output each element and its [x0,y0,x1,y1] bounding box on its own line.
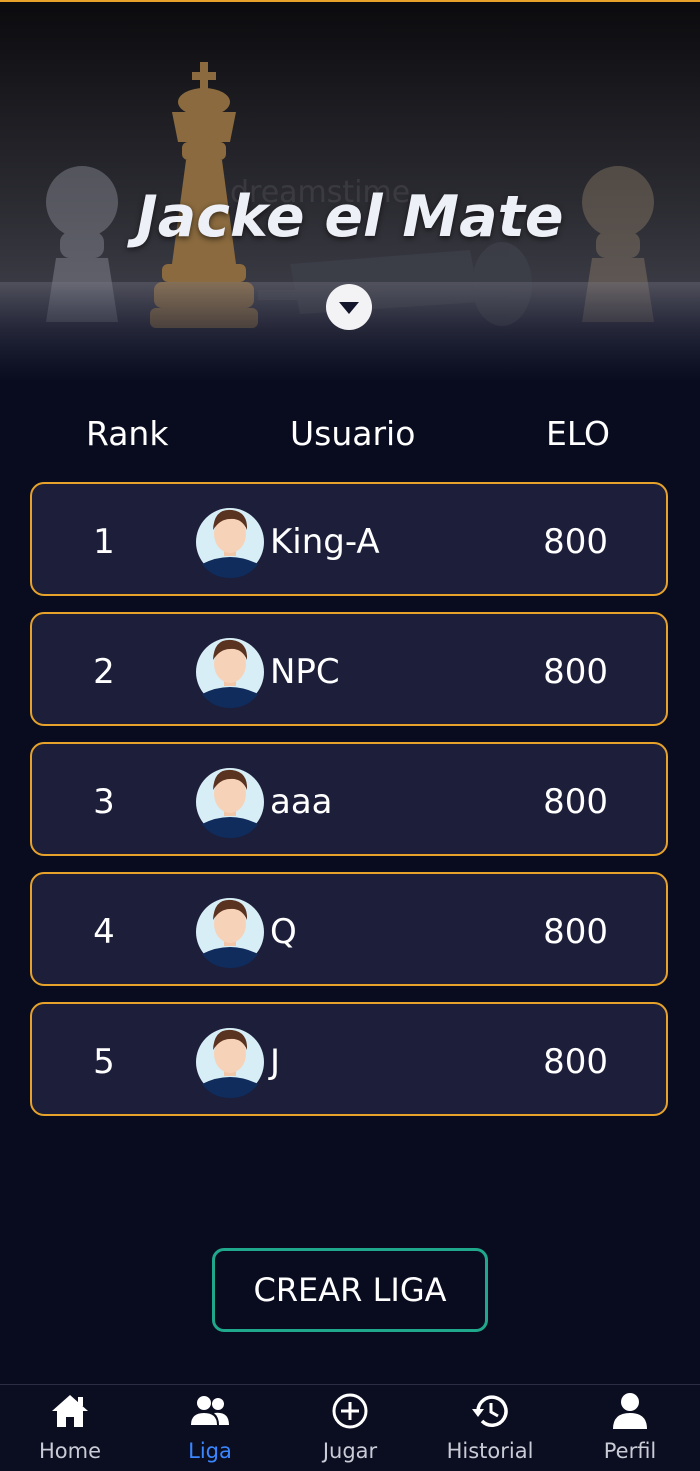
row-username: Q [270,912,297,952]
nav-label-liga: Liga [188,1439,232,1463]
row-rank: 3 [93,782,115,822]
create-league-button[interactable]: CREAR LIGA [212,1248,488,1332]
league-header-banner: dreamstime Jacke el Mate [0,2,700,380]
nav-item-jugar[interactable]: Jugar [280,1385,420,1471]
person-icon [613,1393,647,1429]
chevron-down-icon [339,302,359,314]
row-elo: 800 [543,1042,608,1082]
ranking-row[interactable]: 2 NPC 800 [30,612,668,726]
column-header-elo: ELO [546,414,611,453]
row-rank: 4 [93,912,115,952]
avatar-icon [196,768,264,838]
nav-item-home[interactable]: Home [0,1385,140,1471]
row-elo: 800 [543,652,608,692]
column-header-user: Usuario [290,414,416,453]
history-icon [472,1395,508,1427]
avatar-icon [196,508,264,578]
ranking-row[interactable]: 5 J 800 [30,1002,668,1116]
row-username: King-A [270,522,380,562]
avatar-icon [196,638,264,708]
row-rank: 5 [93,1042,115,1082]
row-elo: 800 [543,782,608,822]
row-elo: 800 [543,912,608,952]
nav-label-historial: Historial [446,1439,534,1463]
add-circle-icon [332,1393,368,1429]
row-username: aaa [270,782,333,822]
row-rank: 2 [93,652,115,692]
ranking-row[interactable]: 1 King-A 800 [30,482,668,596]
avatar-icon [196,1028,264,1098]
column-header-rank: Rank [86,414,169,453]
league-dropdown-button[interactable] [326,284,372,330]
nav-item-perfil[interactable]: Perfil [560,1385,700,1471]
row-elo: 800 [543,522,608,562]
group-icon [191,1396,229,1425]
nav-label-home: Home [38,1439,101,1463]
bottom-navigation: Home Liga Jugar Historial Perfil [0,1384,700,1471]
nav-label-jugar: Jugar [322,1439,378,1463]
ranking-row[interactable]: 3 aaa 800 [30,742,668,856]
nav-item-historial[interactable]: Historial [420,1385,560,1471]
nav-item-liga[interactable]: Liga [140,1385,280,1471]
league-title: Jacke el Mate [136,184,564,250]
row-username: NPC [270,652,340,692]
nav-label-perfil: Perfil [603,1439,657,1463]
ranking-row[interactable]: 4 Q 800 [30,872,668,986]
row-username: J [270,1042,281,1082]
avatar-icon [196,898,264,968]
home-icon [52,1395,88,1427]
row-rank: 1 [93,522,115,562]
